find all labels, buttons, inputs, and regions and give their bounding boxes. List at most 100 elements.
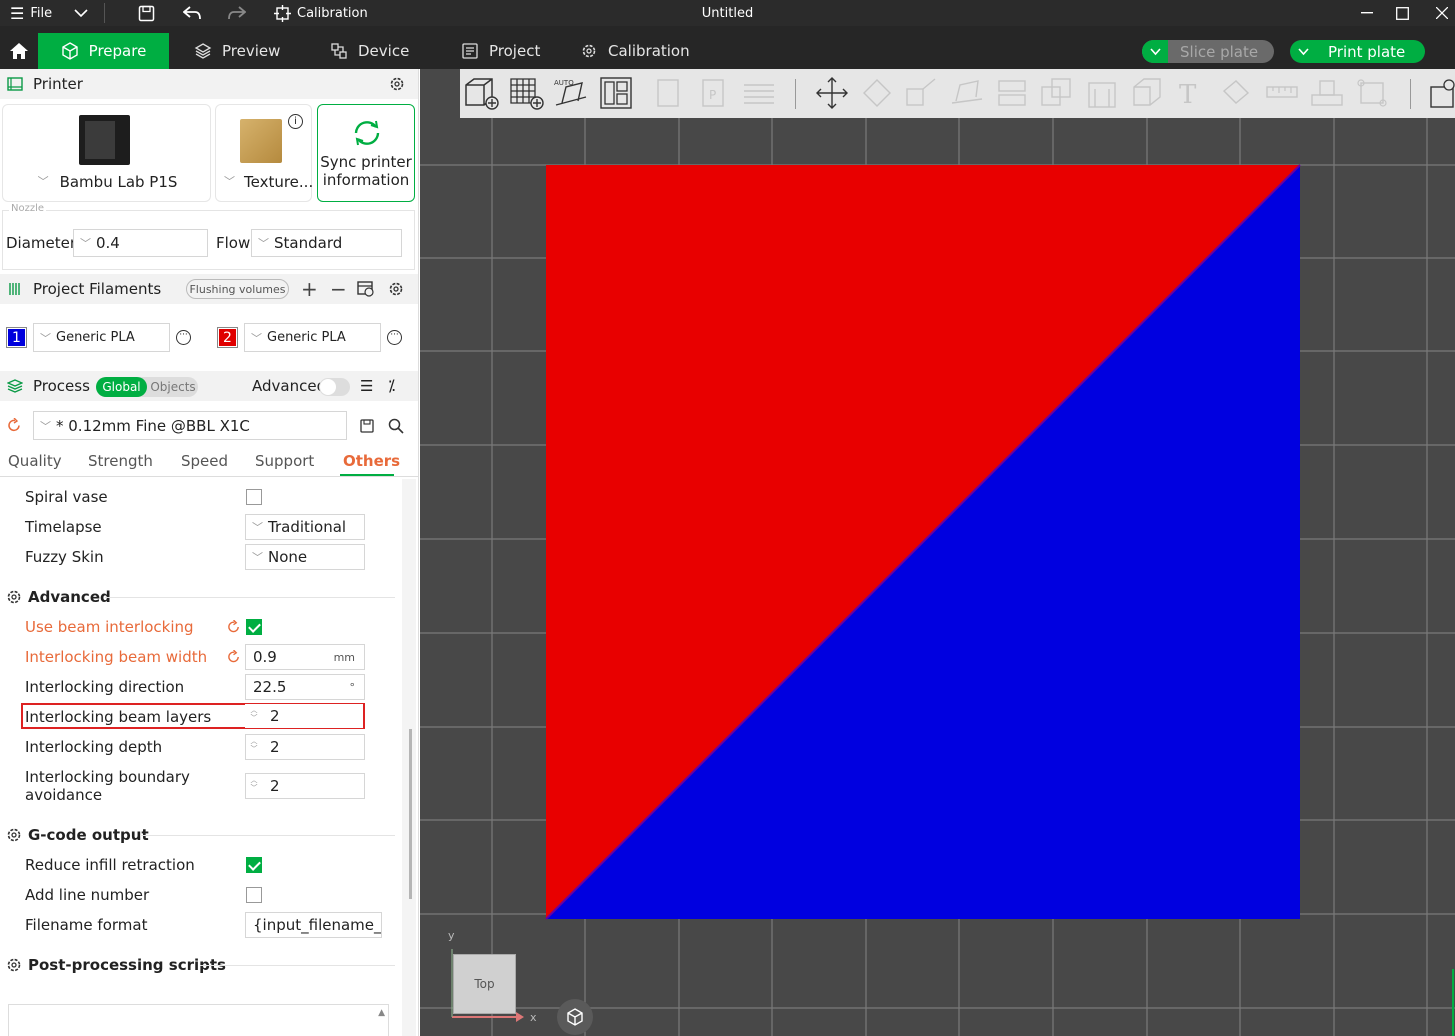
tab-preview[interactable]: Preview (194, 33, 280, 69)
save-icon[interactable] (138, 0, 155, 26)
diameter-select[interactable]: ﹀ 0.4 (73, 229, 208, 257)
settings-scrollbar-track[interactable] (402, 479, 416, 1036)
interlocking-beam-layers-input[interactable]: 2 (245, 704, 363, 728)
chevron-down-icon[interactable] (1290, 47, 1316, 56)
tab-quality[interactable]: Quality (8, 452, 62, 470)
global-toggle[interactable]: Global (96, 377, 147, 397)
add-object-icon[interactable] (462, 75, 500, 111)
list-icon[interactable]: ☰ (360, 377, 373, 395)
home-button[interactable] (0, 33, 38, 69)
undo-icon[interactable] (183, 0, 201, 26)
compare-icon[interactable]: ⁒ (388, 376, 395, 395)
filament-1-badge[interactable]: 1 (6, 327, 27, 348)
flushing-volumes-button[interactable]: Flushing volumes (186, 279, 289, 299)
interlocking-boundary-avoidance-input[interactable]: 2 (245, 773, 365, 799)
more-options-icon[interactable]: ··· (387, 330, 402, 345)
add-line-number-checkbox[interactable] (246, 887, 262, 903)
support-painting-icon[interactable] (1083, 75, 1121, 111)
filament-1-select[interactable]: ﹀ Generic PLA (33, 323, 170, 352)
vertical-slider-edge[interactable] (1452, 969, 1454, 1036)
more-options-icon[interactable]: ··· (176, 330, 191, 345)
move-icon[interactable] (813, 75, 851, 111)
maximize-icon[interactable] (1396, 0, 1409, 26)
chevron-down-icon[interactable] (74, 0, 88, 26)
reset-icon[interactable] (227, 620, 241, 634)
timelapse-select[interactable]: ﹀ Traditional (245, 514, 365, 540)
global-objects-toggle[interactable]: Global Objects (96, 377, 198, 397)
arrange-icon[interactable] (597, 75, 635, 111)
filename-format-input[interactable]: {input_filename_b (245, 912, 382, 938)
color-painting-icon[interactable] (1218, 75, 1256, 111)
tab-prepare[interactable]: Prepare (38, 33, 169, 69)
tab-calibration[interactable]: Calibration (580, 33, 690, 69)
paste-icon[interactable]: P (695, 75, 733, 111)
nozzle-legend: Nozzle (9, 203, 47, 214)
text-icon[interactable]: T (1173, 75, 1211, 111)
layers-editing-icon[interactable] (740, 75, 778, 111)
brim-ears-icon[interactable] (1353, 75, 1391, 111)
spin-arrows-icon[interactable]: ︿ ﹀ (249, 776, 259, 792)
chevron-down-icon[interactable] (1142, 40, 1168, 63)
gear-icon[interactable] (389, 76, 405, 92)
cut-icon[interactable] (993, 75, 1031, 111)
use-beam-interlocking-checkbox[interactable] (246, 619, 262, 635)
info-icon[interactable]: i (288, 114, 303, 129)
spiral-vase-checkbox[interactable] (246, 489, 262, 505)
sync-ams-icon[interactable] (357, 281, 375, 297)
interlocking-depth-input[interactable]: 2 (245, 734, 365, 760)
auto-orient-button[interactable] (557, 999, 593, 1035)
spin-arrows-icon[interactable]: ︿ ﹀ (249, 737, 259, 753)
flow-select[interactable]: ﹀ Standard (251, 229, 402, 257)
boolean-icon[interactable] (1038, 75, 1076, 111)
lay-on-face-icon[interactable] (948, 75, 986, 111)
fuzzy-skin-select[interactable]: ﹀ None (245, 544, 365, 570)
save-icon[interactable] (360, 419, 374, 433)
process-preset-select[interactable]: ﹀ * 0.12mm Fine @BBL X1C (33, 411, 347, 440)
scale-icon[interactable] (903, 75, 941, 111)
plate-type-selector[interactable]: i ﹀ Texture... (215, 104, 313, 202)
reset-icon[interactable] (227, 650, 241, 664)
settings-scrollbar-thumb[interactable] (409, 729, 412, 899)
split-objects-icon[interactable] (1425, 75, 1455, 111)
close-icon[interactable] (1436, 0, 1448, 26)
reduce-infill-retraction-checkbox[interactable] (246, 857, 262, 873)
tab-speed[interactable]: Speed (181, 452, 228, 470)
add-plate-icon[interactable] (507, 75, 545, 111)
print-plate-button[interactable]: Print plate (1290, 40, 1425, 63)
auto-orient-icon[interactable]: AUTO (552, 75, 590, 111)
rotate-icon[interactable] (858, 75, 896, 111)
view-cube[interactable]: Top (453, 954, 516, 1014)
gear-icon[interactable] (388, 281, 404, 297)
redo-icon[interactable] (228, 0, 246, 26)
tab-support[interactable]: Support (255, 452, 314, 470)
assembly-icon[interactable] (1308, 75, 1346, 111)
filament-2-badge[interactable]: 2 (217, 327, 238, 348)
sync-printer-button[interactable]: Sync printer information (317, 104, 415, 202)
calibration-toolbar-button[interactable]: Calibration (274, 0, 368, 26)
seam-painting-icon[interactable] (1128, 75, 1166, 111)
interlocking-beam-width-input[interactable]: 0.9 mm (245, 644, 365, 670)
interlocking-direction-input[interactable]: 22.5 ° (245, 674, 365, 700)
measure-icon[interactable] (1263, 75, 1301, 111)
add-filament-icon[interactable]: + (301, 277, 318, 301)
tab-device[interactable]: Device (330, 33, 409, 69)
remove-filament-icon[interactable]: − (330, 277, 347, 301)
search-icon[interactable] (388, 418, 404, 434)
post-processing-textarea[interactable]: ▲ (8, 1004, 389, 1036)
advanced-switch[interactable] (319, 378, 350, 396)
copy-icon[interactable] (650, 75, 688, 111)
reset-icon[interactable] (7, 418, 22, 433)
filament-2-select[interactable]: ﹀ Generic PLA (244, 323, 381, 352)
objects-toggle[interactable]: Objects (148, 377, 198, 397)
tab-strength[interactable]: Strength (88, 452, 153, 470)
tab-project[interactable]: Project (461, 33, 540, 69)
minimize-icon[interactable] (1361, 0, 1373, 26)
file-menu-button[interactable]: ☰ File (10, 0, 52, 26)
3d-viewport[interactable]: x y Top (420, 69, 1455, 1036)
scroll-up-icon[interactable]: ▲ (378, 1008, 385, 1018)
slice-plate-button[interactable]: Slice plate (1142, 40, 1274, 63)
tab-others[interactable]: Others (343, 452, 400, 470)
build-plate-canvas[interactable]: x y (420, 69, 1455, 1036)
printer-selector[interactable]: ﹀ Bambu Lab P1S (2, 104, 211, 202)
spin-arrows-icon[interactable]: ︿ ﹀ (249, 706, 259, 722)
